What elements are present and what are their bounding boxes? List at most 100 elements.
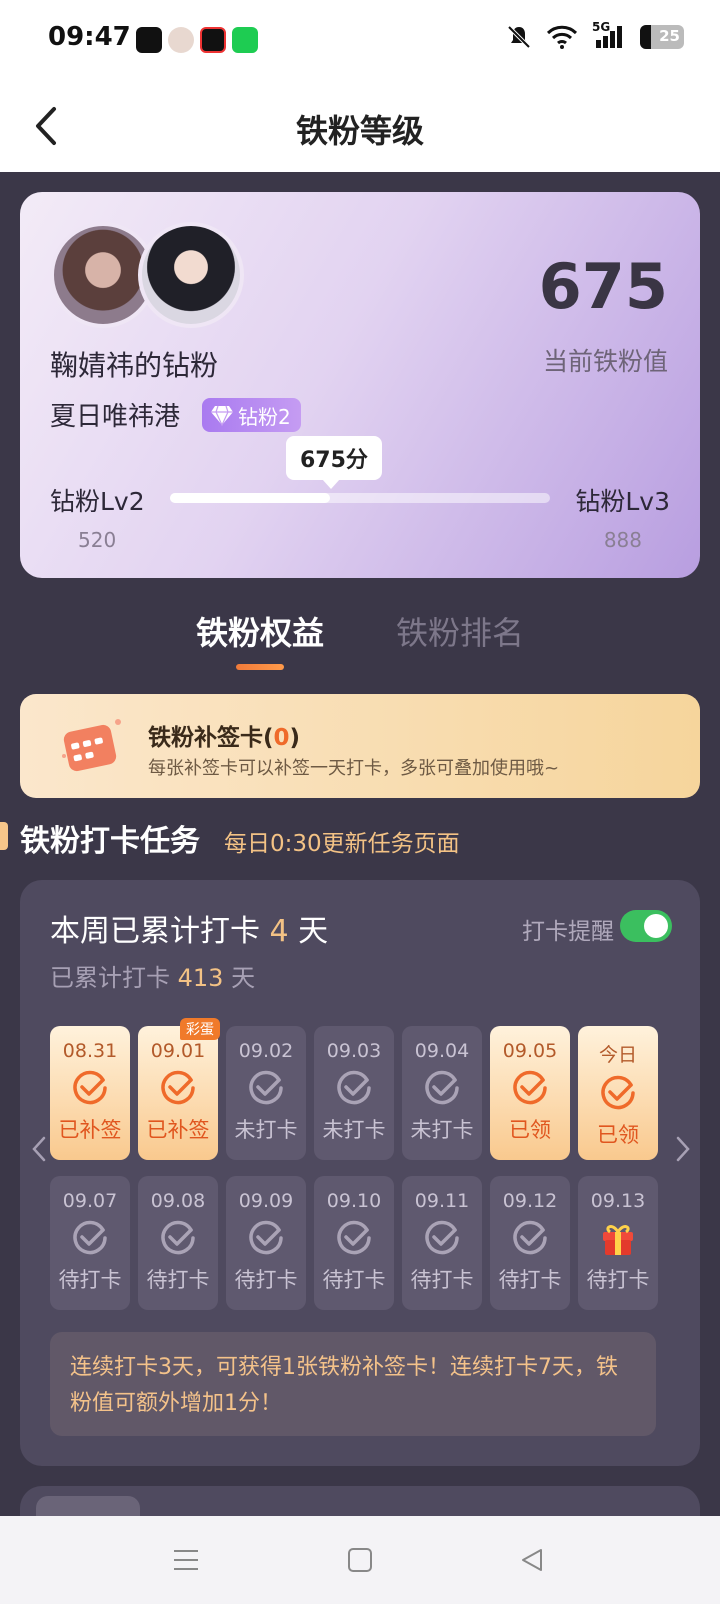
reminder-label: 打卡提醒 (522, 919, 614, 945)
back-triangle-icon (522, 1549, 542, 1571)
check-circle-icon (158, 1068, 198, 1108)
calendar-icon (62, 719, 121, 772)
check-circle-icon (158, 1218, 198, 1258)
makeup-card-description: 每张补签卡可以补签一天打卡，多张可叠加使用哦~ (148, 758, 560, 779)
active-tab-indicator (236, 664, 284, 670)
current-level-points: 520 (78, 528, 117, 552)
day-status: 待打卡 (322, 1268, 386, 1292)
day-cell[interactable]: 08.31 已补签 (50, 1026, 130, 1160)
wifi-icon (546, 25, 578, 49)
checkin-card: 本周已累计打卡 4 天 已累计打卡 413 天 打卡提醒 08.31 已补签 彩… (20, 880, 700, 1466)
level-progress-bar (170, 493, 550, 503)
day-cell[interactable]: 09.04 未打卡 (402, 1026, 482, 1160)
day-cell[interactable]: 彩蛋 09.01 已补签 (138, 1018, 220, 1160)
day-date: 09.12 (502, 1190, 558, 1212)
mute-bell-icon (507, 25, 531, 49)
check-circle-icon (510, 1068, 550, 1108)
day-status: 待打卡 (234, 1268, 298, 1292)
check-circle-icon (334, 1218, 374, 1258)
status-bar: 09:47 5G 25 (0, 0, 720, 84)
check-circle-icon (510, 1218, 550, 1258)
current-level: 钻粉Lv2 (50, 487, 145, 516)
check-circle-icon (422, 1068, 462, 1108)
tiktok-app-icon (136, 27, 162, 53)
day-date: 09.07 (62, 1190, 118, 1212)
level-badge: 钻粉2 (202, 398, 301, 432)
day-date: 09.11 (414, 1190, 470, 1212)
tab-fan-ranking[interactable]: 铁粉排名 (396, 608, 524, 654)
day-status: 待打卡 (146, 1268, 210, 1292)
day-status: 已补签 (146, 1118, 210, 1142)
makeup-card-count: 0 (273, 725, 290, 751)
section-title: 铁粉打卡任务 (20, 824, 200, 859)
easter-egg-tag: 彩蛋 (180, 1018, 220, 1040)
next-week-arrow-icon[interactable] (672, 1132, 694, 1166)
day-status: 未打卡 (234, 1118, 298, 1142)
checkin-tip-text: 连续打卡3天，可获得1张铁粉补签卡！连续打卡7天，铁粉值可额外增加1分！ (70, 1355, 618, 1416)
day-status: 待打卡 (410, 1268, 474, 1292)
check-circle-icon (70, 1068, 110, 1108)
check-circle-icon (246, 1068, 286, 1108)
prev-week-arrow-icon[interactable] (28, 1132, 50, 1166)
page-header: 铁粉等级 (0, 84, 720, 172)
next-level: 钻粉Lv3 (575, 487, 670, 516)
tab-fan-benefits[interactable]: 铁粉权益 (196, 608, 324, 654)
level-badge-label: 钻粉2 (238, 404, 291, 429)
day-cell[interactable]: 09.13 待打卡 (578, 1176, 658, 1310)
makeup-card-banner[interactable]: 铁粉补签卡(0) 每张补签卡可以补签一天打卡，多张可叠加使用哦~ (20, 694, 700, 798)
next-level-points: 888 (603, 528, 642, 552)
battery-icon: 25 (640, 25, 684, 49)
day-cell[interactable]: 09.03 未打卡 (314, 1026, 394, 1160)
day-cell[interactable]: 09.09 待打卡 (226, 1176, 306, 1310)
home-button[interactable] (338, 1538, 382, 1582)
idol-avatar[interactable] (138, 222, 244, 328)
day-date: 08.31 (62, 1040, 118, 1062)
day-date: 09.02 (238, 1040, 294, 1062)
system-nav-bar (0, 1516, 720, 1604)
day-date: 09.03 (326, 1040, 382, 1062)
avatar-app-icon (168, 27, 194, 53)
signal-icon (596, 26, 622, 48)
section-subtitle: 每日0:30更新任务页面 (224, 831, 460, 857)
day-cell[interactable]: 09.08 待打卡 (138, 1176, 218, 1310)
fan-level-card: 675 当前铁粉值 鞠婧祎的钻粉 夏日唯祎港 钻粉2 675分 钻粉Lv2 钻粉… (20, 192, 700, 578)
day-cell[interactable]: 09.11 待打卡 (402, 1176, 482, 1310)
day-cell[interactable]: 09.12 待打卡 (490, 1176, 570, 1310)
battery-level: 25 (659, 27, 680, 45)
makeup-card-title: 铁粉补签卡(0) (148, 725, 301, 751)
day-status: 待打卡 (58, 1268, 122, 1292)
day-date: 09.04 (414, 1040, 470, 1062)
section-accent-bar (0, 822, 8, 850)
day-cell[interactable]: 09.02 未打卡 (226, 1026, 306, 1160)
day-cell[interactable]: 09.07 待打卡 (50, 1176, 130, 1310)
day-status: 已领 (597, 1123, 639, 1147)
day-cell[interactable]: 09.05 已领 (490, 1026, 570, 1160)
level-progress-fill (170, 493, 330, 503)
fan-value-label: 当前铁粉值 (542, 347, 668, 376)
check-circle-icon (598, 1073, 638, 1113)
day-status: 待打卡 (586, 1268, 650, 1292)
diamond-icon (211, 405, 233, 426)
day-cell[interactable]: 09.10 待打卡 (314, 1176, 394, 1310)
day-status: 未打卡 (322, 1118, 386, 1142)
video-app-icon (200, 27, 226, 53)
fan-group-name: 夏日唯祎港 (50, 402, 181, 432)
score-bubble: 675分 (286, 436, 382, 489)
day-cell-today[interactable]: 今日 已领 (578, 1026, 658, 1160)
week-checkin-count: 本周已累计打卡 4 天 (50, 914, 329, 949)
day-status: 已领 (509, 1118, 551, 1142)
home-square-icon (348, 1548, 372, 1572)
total-checkin-count: 已累计打卡 413 天 (50, 964, 256, 992)
back-nav-button[interactable] (510, 1538, 554, 1582)
check-circle-icon (70, 1218, 110, 1258)
signal-indicator: 5G (592, 20, 626, 50)
day-date: 09.01 (150, 1040, 206, 1062)
gift-icon (598, 1218, 638, 1258)
check-circle-icon (422, 1218, 462, 1258)
day-status: 待打卡 (498, 1268, 562, 1292)
wechat-app-icon (232, 27, 258, 53)
reminder-toggle[interactable] (620, 910, 672, 942)
status-indicators: 5G 25 (506, 20, 684, 50)
menu-button[interactable] (164, 1538, 208, 1582)
day-date: 09.10 (326, 1190, 382, 1212)
